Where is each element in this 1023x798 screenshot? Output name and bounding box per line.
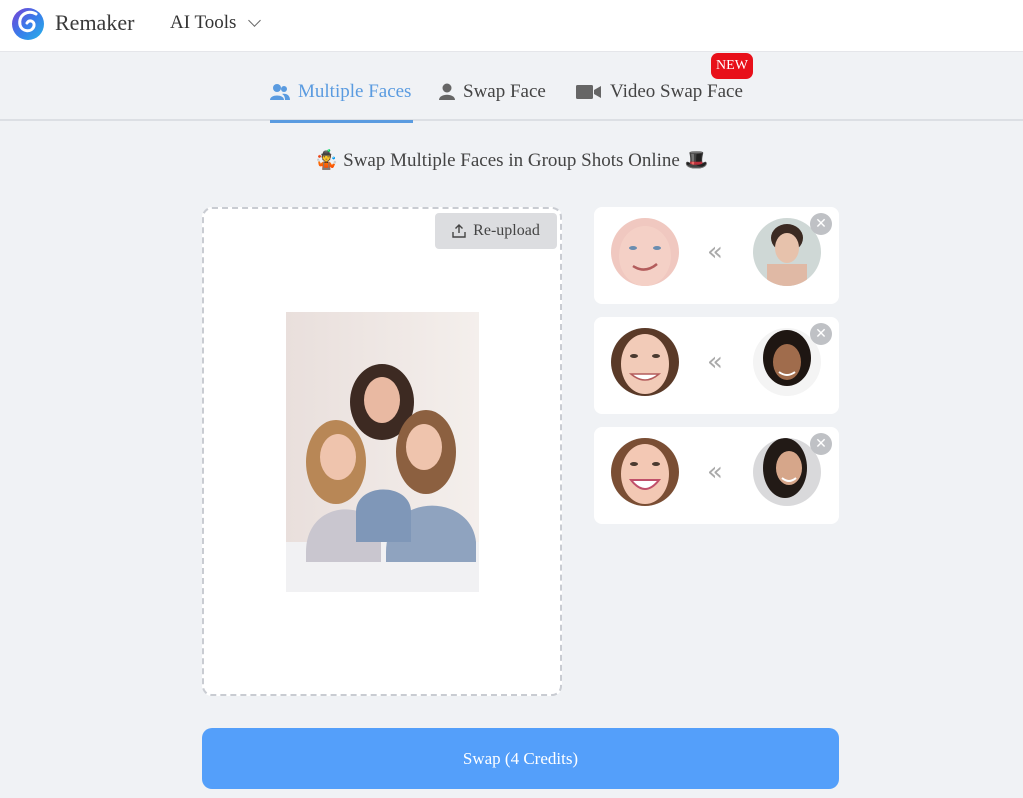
- remove-face-button[interactable]: ✕: [810, 213, 832, 235]
- image-upload-area[interactable]: Re-upload: [202, 207, 562, 696]
- ai-tools-menu[interactable]: AI Tools: [170, 12, 262, 34]
- tab-label: Multiple Faces: [298, 81, 412, 102]
- uploaded-group-photo: [286, 312, 479, 592]
- headline-text: Swap Multiple Faces in Group Shots Onlin…: [343, 150, 680, 171]
- top-bar: Remaker AI Tools: [0, 0, 1023, 52]
- tab-swap-face[interactable]: Swap Face: [439, 79, 546, 105]
- reupload-label: Re-upload: [473, 222, 540, 239]
- swap-button[interactable]: Swap (4 Credits): [202, 728, 839, 789]
- new-badge: NEW: [711, 53, 753, 79]
- tab-video-swap-face[interactable]: Video Swap Face: [576, 79, 743, 105]
- reupload-button[interactable]: Re-upload: [435, 213, 557, 249]
- replace-arrow-icon: «: [707, 347, 723, 377]
- face-pair: « ✕: [594, 207, 839, 304]
- upload-icon: [452, 224, 466, 238]
- remove-face-button[interactable]: ✕: [810, 433, 832, 455]
- page-headline: 🤹 Swap Multiple Faces in Group Shots Onl…: [0, 148, 1023, 172]
- user-icon: [439, 83, 455, 100]
- source-face-thumbnail[interactable]: [611, 218, 679, 286]
- remove-face-button[interactable]: ✕: [810, 323, 832, 345]
- face-pair: « ✕: [594, 427, 839, 524]
- replace-arrow-icon: «: [707, 457, 723, 487]
- tab-multiple-faces[interactable]: Multiple Faces: [270, 79, 411, 105]
- magic-hat-icon: 🎩: [684, 150, 709, 171]
- tab-label: Swap Face: [463, 81, 546, 102]
- ai-tools-label: AI Tools: [170, 12, 237, 33]
- chevron-down-icon: [248, 14, 262, 27]
- tab-label: Video Swap Face: [610, 81, 743, 102]
- replace-arrow-icon: «: [707, 237, 723, 267]
- brand-name: Remaker: [55, 10, 135, 35]
- source-face-thumbnail[interactable]: [611, 438, 679, 506]
- tab-bar: Multiple Faces Swap Face Video Swap Face: [0, 52, 1023, 123]
- face-pair: « ✕: [594, 317, 839, 414]
- source-face-thumbnail[interactable]: [611, 328, 679, 396]
- jester-icon: 🤹: [314, 150, 339, 171]
- active-tab-indicator: [270, 120, 413, 123]
- users-icon: [270, 84, 290, 100]
- video-camera-icon: [576, 85, 601, 99]
- remaker-logo-icon[interactable]: [10, 5, 46, 41]
